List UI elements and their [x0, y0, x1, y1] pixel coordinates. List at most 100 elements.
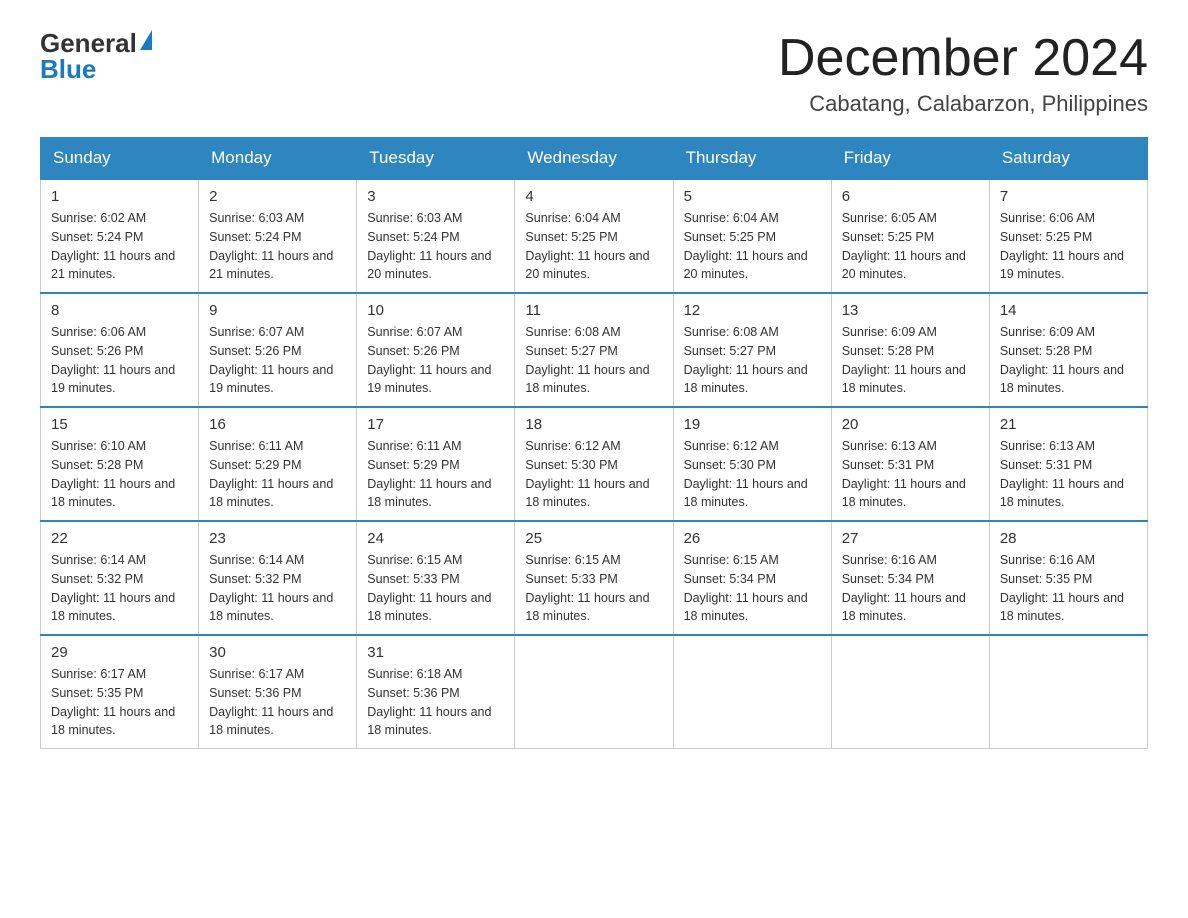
calendar-cell: 17 Sunrise: 6:11 AMSunset: 5:29 PMDayligh… [357, 407, 515, 521]
calendar-week-3: 15Sunrise: 6:10 AMSunset: 5:28 PMDayligh… [41, 407, 1148, 521]
calendar-cell: 9 Sunrise: 6:07 AMSunset: 5:26 PMDaylight… [199, 293, 357, 407]
calendar-cell: 6Sunrise: 6:05 AMSunset: 5:25 PMDaylight… [831, 179, 989, 293]
day-number: 23 [209, 530, 346, 547]
day-number: 19 [684, 416, 821, 433]
calendar-cell: 26 Sunrise: 6:15 AMSunset: 5:34 PMDayligh… [673, 521, 831, 635]
day-info: Sunrise: 6:13 AMSunset: 5:31 PMDaylight:… [1000, 437, 1137, 512]
calendar-cell: 13Sunrise: 6:09 AMSunset: 5:28 PMDayligh… [831, 293, 989, 407]
day-number: 14 [1000, 302, 1137, 319]
calendar-cell: 7 Sunrise: 6:06 AMSunset: 5:25 PMDaylight… [989, 179, 1147, 293]
day-number: 2 [209, 188, 346, 205]
day-info: Sunrise: 6:09 AMSunset: 5:28 PMDaylight:… [1000, 323, 1137, 398]
calendar-cell: 2 Sunrise: 6:03 AMSunset: 5:24 PMDaylight… [199, 179, 357, 293]
calendar-cell: 21 Sunrise: 6:13 AMSunset: 5:31 PMDayligh… [989, 407, 1147, 521]
day-number: 24 [367, 530, 504, 547]
day-info: Sunrise: 6:11 AMSunset: 5:29 PMDaylight:… [209, 437, 346, 512]
day-info: Sunrise: 6:14 AMSunset: 5:32 PMDaylight:… [209, 551, 346, 626]
day-number: 27 [842, 530, 979, 547]
day-info: Sunrise: 6:16 AMSunset: 5:35 PMDaylight:… [1000, 551, 1137, 626]
day-info: Sunrise: 6:15 AMSunset: 5:33 PMDaylight:… [367, 551, 504, 626]
day-info: Sunrise: 6:11 AMSunset: 5:29 PMDaylight:… [367, 437, 504, 512]
page-header: General Blue December 2024 Cabatang, Cal… [40, 30, 1148, 117]
calendar-cell: 15Sunrise: 6:10 AMSunset: 5:28 PMDayligh… [41, 407, 199, 521]
day-number: 16 [209, 416, 346, 433]
day-info: Sunrise: 6:15 AMSunset: 5:34 PMDaylight:… [684, 551, 821, 626]
weekday-header-thursday: Thursday [673, 138, 831, 180]
calendar-week-5: 29 Sunrise: 6:17 AMSunset: 5:35 PMDayligh… [41, 635, 1148, 749]
logo-general-text: General [40, 30, 137, 56]
weekday-header-sunday: Sunday [41, 138, 199, 180]
calendar-cell: 12Sunrise: 6:08 AMSunset: 5:27 PMDayligh… [673, 293, 831, 407]
calendar-week-1: 1 Sunrise: 6:02 AMSunset: 5:24 PMDaylight… [41, 179, 1148, 293]
calendar-cell [989, 635, 1147, 749]
day-info: Sunrise: 6:06 AMSunset: 5:26 PMDaylight:… [51, 323, 188, 398]
weekday-header-wednesday: Wednesday [515, 138, 673, 180]
day-number: 5 [684, 188, 821, 205]
logo-blue-text: Blue [40, 56, 96, 82]
calendar-week-2: 8 Sunrise: 6:06 AMSunset: 5:26 PMDaylight… [41, 293, 1148, 407]
calendar-cell: 16 Sunrise: 6:11 AMSunset: 5:29 PMDayligh… [199, 407, 357, 521]
title-block: December 2024 Cabatang, Calabarzon, Phil… [778, 30, 1148, 117]
calendar-cell [673, 635, 831, 749]
day-info: Sunrise: 6:13 AMSunset: 5:31 PMDaylight:… [842, 437, 979, 512]
day-info: Sunrise: 6:03 AMSunset: 5:24 PMDaylight:… [367, 209, 504, 284]
day-info: Sunrise: 6:12 AMSunset: 5:30 PMDaylight:… [525, 437, 662, 512]
calendar-cell: 5 Sunrise: 6:04 AMSunset: 5:25 PMDaylight… [673, 179, 831, 293]
calendar-cell: 14 Sunrise: 6:09 AMSunset: 5:28 PMDayligh… [989, 293, 1147, 407]
calendar-week-4: 22 Sunrise: 6:14 AMSunset: 5:32 PMDayligh… [41, 521, 1148, 635]
day-number: 29 [51, 644, 188, 661]
day-info: Sunrise: 6:08 AMSunset: 5:27 PMDaylight:… [525, 323, 662, 398]
calendar-cell: 11 Sunrise: 6:08 AMSunset: 5:27 PMDayligh… [515, 293, 673, 407]
calendar-cell: 18 Sunrise: 6:12 AMSunset: 5:30 PMDayligh… [515, 407, 673, 521]
day-number: 31 [367, 644, 504, 661]
calendar-cell: 27Sunrise: 6:16 AMSunset: 5:34 PMDayligh… [831, 521, 989, 635]
day-number: 10 [367, 302, 504, 319]
day-number: 17 [367, 416, 504, 433]
calendar-cell: 20Sunrise: 6:13 AMSunset: 5:31 PMDayligh… [831, 407, 989, 521]
day-number: 6 [842, 188, 979, 205]
day-number: 18 [525, 416, 662, 433]
calendar-table: SundayMondayTuesdayWednesdayThursdayFrid… [40, 137, 1148, 749]
calendar-cell: 25Sunrise: 6:15 AMSunset: 5:33 PMDayligh… [515, 521, 673, 635]
weekday-header-friday: Friday [831, 138, 989, 180]
day-number: 3 [367, 188, 504, 205]
day-info: Sunrise: 6:07 AMSunset: 5:26 PMDaylight:… [209, 323, 346, 398]
day-info: Sunrise: 6:02 AMSunset: 5:24 PMDaylight:… [51, 209, 188, 284]
day-info: Sunrise: 6:08 AMSunset: 5:27 PMDaylight:… [684, 323, 821, 398]
weekday-header-saturday: Saturday [989, 138, 1147, 180]
calendar-cell: 23 Sunrise: 6:14 AMSunset: 5:32 PMDayligh… [199, 521, 357, 635]
day-number: 9 [209, 302, 346, 319]
day-number: 13 [842, 302, 979, 319]
day-number: 26 [684, 530, 821, 547]
calendar-cell: 28 Sunrise: 6:16 AMSunset: 5:35 PMDayligh… [989, 521, 1147, 635]
day-info: Sunrise: 6:12 AMSunset: 5:30 PMDaylight:… [684, 437, 821, 512]
day-info: Sunrise: 6:14 AMSunset: 5:32 PMDaylight:… [51, 551, 188, 626]
day-number: 11 [525, 302, 662, 319]
calendar-cell [515, 635, 673, 749]
day-info: Sunrise: 6:17 AMSunset: 5:35 PMDaylight:… [51, 665, 188, 740]
day-number: 28 [1000, 530, 1137, 547]
day-number: 8 [51, 302, 188, 319]
calendar-cell: 31Sunrise: 6:18 AMSunset: 5:36 PMDayligh… [357, 635, 515, 749]
day-info: Sunrise: 6:17 AMSunset: 5:36 PMDaylight:… [209, 665, 346, 740]
day-info: Sunrise: 6:03 AMSunset: 5:24 PMDaylight:… [209, 209, 346, 284]
calendar-cell: 30Sunrise: 6:17 AMSunset: 5:36 PMDayligh… [199, 635, 357, 749]
calendar-cell: 10 Sunrise: 6:07 AMSunset: 5:26 PMDayligh… [357, 293, 515, 407]
day-info: Sunrise: 6:04 AMSunset: 5:25 PMDaylight:… [684, 209, 821, 284]
day-info: Sunrise: 6:10 AMSunset: 5:28 PMDaylight:… [51, 437, 188, 512]
location-subtitle: Cabatang, Calabarzon, Philippines [778, 91, 1148, 117]
day-number: 1 [51, 188, 188, 205]
day-info: Sunrise: 6:06 AMSunset: 5:25 PMDaylight:… [1000, 209, 1137, 284]
calendar-cell: 1 Sunrise: 6:02 AMSunset: 5:24 PMDaylight… [41, 179, 199, 293]
day-info: Sunrise: 6:15 AMSunset: 5:33 PMDaylight:… [525, 551, 662, 626]
logo: General Blue [40, 30, 152, 82]
weekday-header-monday: Monday [199, 138, 357, 180]
day-number: 7 [1000, 188, 1137, 205]
day-info: Sunrise: 6:04 AMSunset: 5:25 PMDaylight:… [525, 209, 662, 284]
calendar-cell: 4 Sunrise: 6:04 AMSunset: 5:25 PMDaylight… [515, 179, 673, 293]
day-number: 4 [525, 188, 662, 205]
day-number: 22 [51, 530, 188, 547]
day-number: 21 [1000, 416, 1137, 433]
day-info: Sunrise: 6:07 AMSunset: 5:26 PMDaylight:… [367, 323, 504, 398]
calendar-cell: 29 Sunrise: 6:17 AMSunset: 5:35 PMDayligh… [41, 635, 199, 749]
